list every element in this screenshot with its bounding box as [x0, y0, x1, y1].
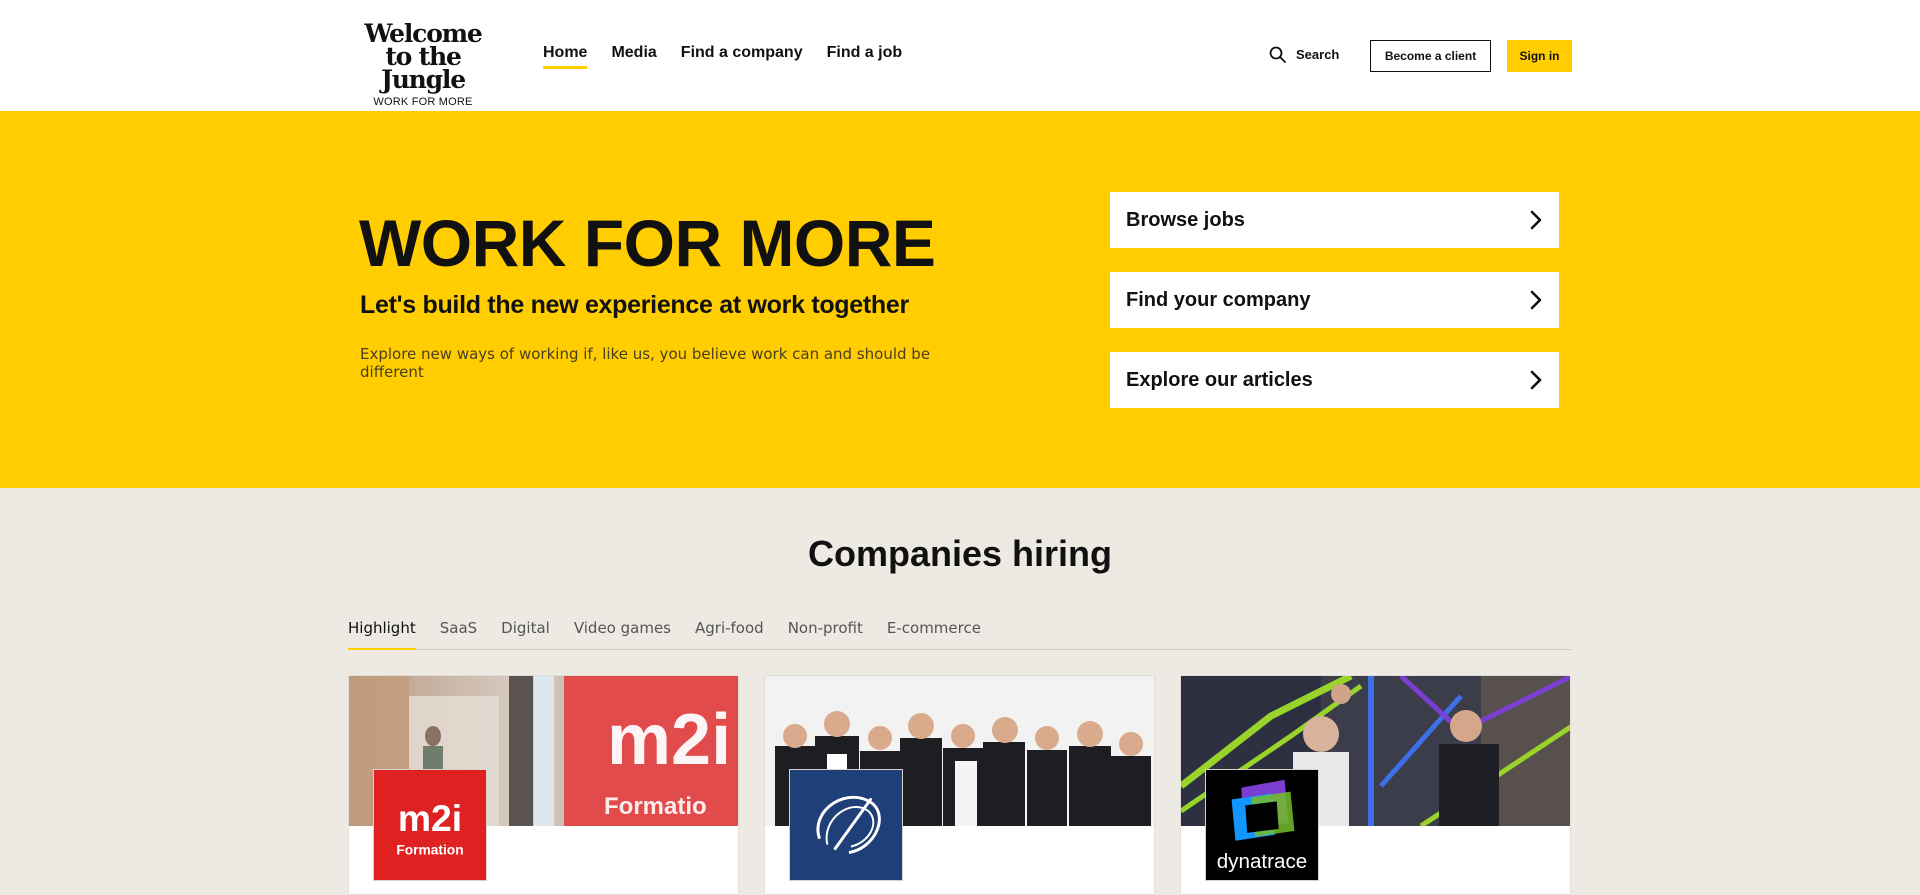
nav-media[interactable]: Media	[611, 44, 656, 69]
cover-brand-subtext: Formatio	[604, 793, 707, 820]
companies-hiring-title: Companies hiring	[807, 533, 1113, 574]
hero-description: Explore new ways of working if, like us,…	[360, 345, 931, 381]
browse-jobs-label: Browse jobs	[1126, 208, 1245, 231]
hero-section: WORK FOR MORE Let's build the new experi…	[0, 111, 1920, 488]
company-logo	[789, 769, 903, 881]
company-card[interactable]	[764, 675, 1155, 895]
swirl-logo-icon	[816, 795, 881, 854]
chevron-right-icon	[1530, 290, 1542, 310]
search-icon	[1269, 46, 1286, 63]
cover-brand-text: m2i	[607, 700, 731, 780]
search-label: Search	[1296, 47, 1340, 62]
hero-title: WORK FOR MORE	[359, 206, 936, 280]
logo-brand-subtext: Formation	[396, 842, 463, 857]
logo-brand-text: dynatrace	[1217, 850, 1308, 873]
find-company-label: Find your company	[1126, 288, 1311, 311]
company-card[interactable]: m2i Formatio m2i Formation	[348, 675, 739, 895]
logo-brand-text: m2i	[398, 797, 462, 839]
tab-video-games[interactable]: Video games	[574, 619, 671, 650]
nav-find-company[interactable]: Find a company	[681, 44, 803, 69]
explore-articles-label: Explore our articles	[1126, 368, 1313, 391]
tab-agri-food[interactable]: Agri-food	[695, 619, 764, 650]
company-logo: m2i Formation	[373, 769, 487, 881]
main-nav: Home Media Find a company Find a job	[543, 44, 902, 69]
tab-saas[interactable]: SaaS	[440, 619, 477, 650]
chevron-right-icon	[1530, 210, 1542, 230]
explore-articles-button[interactable]: Explore our articles	[1110, 352, 1559, 408]
site-header: Welcome to the Jungle WORK FOR MORE Home…	[0, 0, 1920, 111]
tab-non-profit[interactable]: Non-profit	[788, 619, 863, 650]
company-card[interactable]: dynatrace	[1180, 675, 1571, 895]
find-company-button[interactable]: Find your company	[1110, 272, 1559, 328]
sector-tabs: Highlight SaaS Digital Video games Agri-…	[348, 619, 1572, 650]
company-logo: dynatrace	[1205, 769, 1319, 881]
browse-jobs-button[interactable]: Browse jobs	[1110, 192, 1559, 248]
tab-highlight[interactable]: Highlight	[348, 619, 416, 650]
hero-subtitle: Let's build the new experience at work t…	[360, 291, 909, 319]
tab-digital[interactable]: Digital	[501, 619, 550, 650]
tab-e-commerce[interactable]: E-commerce	[887, 619, 981, 650]
search-button[interactable]: Search	[1269, 46, 1339, 63]
nav-find-job[interactable]: Find a job	[827, 44, 903, 69]
logo-line-2: to the Jungle	[381, 42, 466, 94]
become-client-button[interactable]: Become a client	[1370, 40, 1491, 72]
sign-in-button[interactable]: Sign in	[1507, 40, 1572, 72]
logo-tagline: WORK FOR MORE	[373, 96, 473, 108]
site-logo[interactable]: Welcome to the Jungle WORK FOR MORE	[348, 21, 498, 108]
nav-home[interactable]: Home	[543, 44, 588, 69]
chevron-right-icon	[1530, 370, 1542, 390]
